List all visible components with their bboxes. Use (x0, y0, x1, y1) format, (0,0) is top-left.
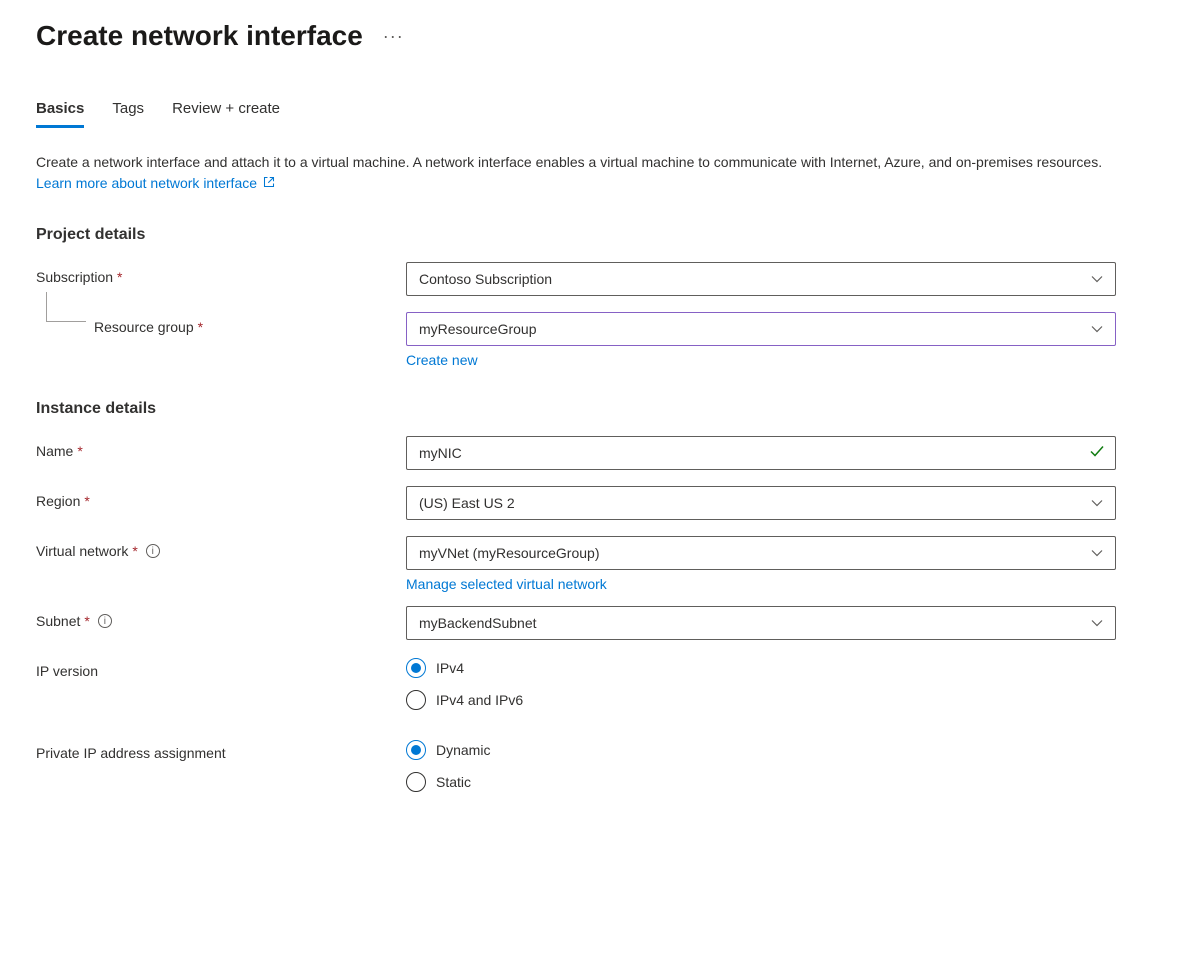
ip-version-ipv4-ipv6-option[interactable]: IPv4 and IPv6 (406, 690, 1116, 710)
radio-icon (406, 690, 426, 710)
page-title: Create network interface (36, 20, 363, 52)
create-new-link[interactable]: Create new (406, 352, 478, 368)
required-marker: * (77, 443, 82, 459)
project-details-section: Project details Subscription * Contoso S… (36, 226, 1164, 368)
ip-version-ipv4-option[interactable]: IPv4 (406, 658, 1116, 678)
external-link-icon (263, 179, 275, 191)
subnet-label: Subnet * i (36, 606, 406, 629)
name-input[interactable]: myNIC (406, 436, 1116, 470)
region-value: (US) East US 2 (419, 495, 515, 511)
region-select[interactable]: (US) East US 2 (406, 486, 1116, 520)
private-ip-dynamic-option[interactable]: Dynamic (406, 740, 1116, 760)
resource-group-label: Resource group * (36, 312, 406, 335)
chevron-down-icon (1091, 547, 1103, 559)
subscription-label: Subscription * (36, 262, 406, 285)
name-value: myNIC (419, 445, 462, 461)
radio-label: IPv4 (436, 660, 464, 676)
subnet-value: myBackendSubnet (419, 615, 537, 631)
resource-group-value: myResourceGroup (419, 321, 537, 337)
private-ip-radio-group: Dynamic Static (406, 738, 1116, 792)
manage-virtual-network-link[interactable]: Manage selected virtual network (406, 576, 607, 592)
chevron-down-icon (1091, 497, 1103, 509)
check-icon (1089, 444, 1105, 463)
required-marker: * (132, 543, 137, 559)
ip-version-label: IP version (36, 656, 406, 679)
tabs: Basics Tags Review + create (36, 100, 1164, 128)
tab-tags[interactable]: Tags (112, 100, 144, 128)
subscription-value: Contoso Subscription (419, 271, 552, 287)
instance-details-title: Instance details (36, 400, 1164, 418)
tab-basics[interactable]: Basics (36, 100, 84, 128)
ip-version-radio-group: IPv4 IPv4 and IPv6 (406, 656, 1116, 710)
required-marker: * (84, 613, 89, 629)
instance-details-section: Instance details Name * myNIC Region * (… (36, 400, 1164, 792)
radio-icon (406, 658, 426, 678)
radio-icon (406, 740, 426, 760)
more-icon[interactable]: ··· (383, 26, 404, 47)
subnet-select[interactable]: myBackendSubnet (406, 606, 1116, 640)
learn-more-text: Learn more about network interface (36, 175, 257, 191)
required-marker: * (198, 319, 203, 335)
info-icon[interactable]: i (146, 544, 160, 558)
virtual-network-value: myVNet (myResourceGroup) (419, 545, 600, 561)
description-body: Create a network interface and attach it… (36, 154, 1102, 170)
indent-line-icon (46, 292, 86, 322)
chevron-down-icon (1091, 617, 1103, 629)
tab-review-create[interactable]: Review + create (172, 100, 280, 128)
radio-label: Static (436, 774, 471, 790)
project-details-title: Project details (36, 226, 1164, 244)
learn-more-link[interactable]: Learn more about network interface (36, 175, 275, 191)
subscription-select[interactable]: Contoso Subscription (406, 262, 1116, 296)
radio-label: Dynamic (436, 742, 490, 758)
required-marker: * (117, 269, 122, 285)
virtual-network-label: Virtual network * i (36, 536, 406, 559)
chevron-down-icon (1091, 273, 1103, 285)
info-icon[interactable]: i (98, 614, 112, 628)
chevron-down-icon (1091, 323, 1103, 335)
name-label: Name * (36, 436, 406, 459)
radio-icon (406, 772, 426, 792)
virtual-network-select[interactable]: myVNet (myResourceGroup) (406, 536, 1116, 570)
private-ip-label: Private IP address assignment (36, 738, 406, 761)
private-ip-static-option[interactable]: Static (406, 772, 1116, 792)
region-label: Region * (36, 486, 406, 509)
required-marker: * (84, 493, 89, 509)
resource-group-select[interactable]: myResourceGroup (406, 312, 1116, 346)
radio-label: IPv4 and IPv6 (436, 692, 523, 708)
description-text: Create a network interface and attach it… (36, 152, 1116, 194)
